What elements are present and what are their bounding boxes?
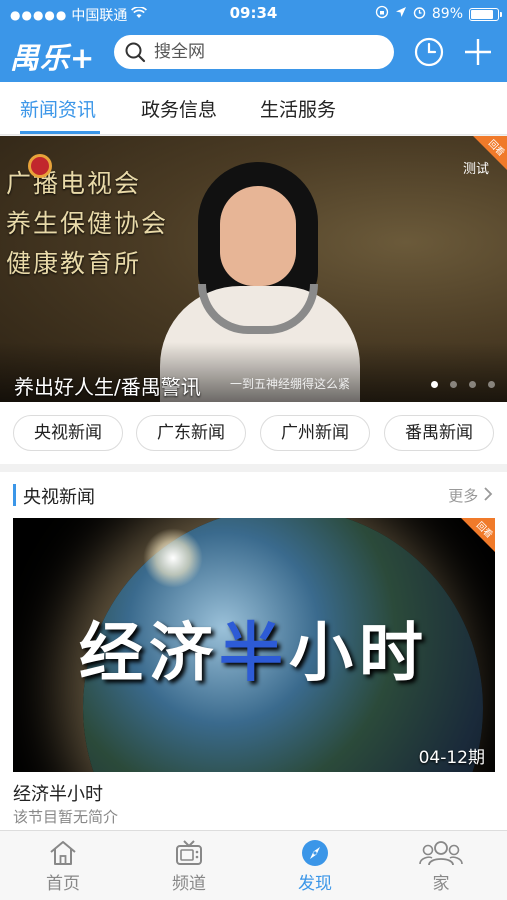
tabbar-label: 发现 [298,874,332,894]
tabbar-channels[interactable]: 频道 [126,831,252,900]
carousel-dot[interactable] [469,381,476,388]
battery-percent: 89% [431,6,463,22]
add-button[interactable] [462,36,494,68]
plus-icon [462,39,494,72]
tabbar-home[interactable]: 首页 [0,831,126,900]
tab-news[interactable]: 新闻资讯 [20,95,96,122]
family-icon [378,839,504,867]
more-link[interactable]: 更多 [448,485,493,506]
rotation-lock-icon [375,5,389,23]
video-title-part: 小时 [289,617,429,691]
banner-background-text: 广播电视会 养生保健协会 健康教育所 [6,164,168,284]
carousel-dot[interactable] [488,381,495,388]
more-label: 更多 [448,487,479,505]
app-logo: 禺乐+ [10,41,96,75]
video-title-part: 经济 [79,617,219,691]
banner-carousel[interactable]: 广播电视会 养生保健协会 健康教育所 测试 回看 一到五神经绷得这么紧 养出好人… [0,136,507,402]
history-button[interactable] [413,36,445,68]
tabbar-label: 家 [432,874,450,894]
chip-guangdong-news[interactable]: 广东新闻 [136,415,246,451]
tab-government[interactable]: 政务信息 [141,95,217,122]
carousel-indicator[interactable] [431,381,495,388]
chip-panyu-news[interactable]: 番禺新闻 [384,415,494,451]
tabbar-family[interactable]: 家 [378,831,504,900]
tab-active-indicator [20,131,100,134]
news-category-chips: 央视新闻 广东新闻 广州新闻 番禺新闻 [0,402,507,464]
clock-icon [413,37,445,72]
chip-cctv-news[interactable]: 央视新闻 [13,415,123,451]
compass-icon [252,839,378,867]
banner-title: 养出好人生/番禺警讯 [14,375,201,399]
search-icon [124,41,146,63]
carousel-dot[interactable] [431,381,438,388]
video-title-art: 经济半小时 [13,602,495,694]
search-bar[interactable] [114,35,394,69]
bottom-tab-bar: 首页 频道 发现 家 [0,830,507,900]
tabbar-discover[interactable]: 发现 [252,831,378,900]
sun-flare [143,528,203,588]
search-input[interactable] [154,42,374,62]
nav-bar: 禺乐+ [0,28,507,78]
video-title-part: 半 [219,617,289,691]
status-bar: ●●●●● 中国联通 09:34 89% [0,0,507,26]
replay-badge-label: 回看 [486,138,506,159]
banner-bg-line: 养生保健协会 [6,209,169,238]
tabbar-label: 首页 [46,874,80,894]
home-icon [0,839,126,867]
section-title: 央视新闻 [23,487,95,508]
alarm-icon [413,6,426,23]
chevron-right-icon [483,487,493,505]
replay-badge-label: 回看 [474,520,494,541]
program-description: 该节目暂无简介 [13,808,119,826]
tv-icon [126,839,252,867]
video-thumbnail[interactable]: 经济半小时 回看 04-12期 [13,518,495,772]
replay-badge: 回看 [473,136,507,170]
chip-guangzhou-news[interactable]: 广州新闻 [260,415,370,451]
status-right: 89% [375,5,502,23]
banner-bg-line: 健康教育所 [6,249,142,278]
tab-life-services[interactable]: 生活服务 [260,95,336,122]
replay-badge: 回看 [461,518,495,552]
location-icon [395,6,407,22]
program-title[interactable]: 经济半小时 [13,780,103,806]
app-header: ●●●●● 中国联通 09:34 89% 禺乐+ [0,0,507,82]
top-tabs: 新闻资讯 政务信息 生活服务 [0,82,507,135]
section-accent-bar [13,484,16,506]
banner-subtitle: 一到五神经绷得这么紧 [230,377,351,391]
tabbar-label: 频道 [172,874,206,894]
carousel-dot[interactable] [450,381,457,388]
cctv-news-section: 央视新闻 更多 经济半小时 回看 04-12期 经济半小时 该节目暂无简介 [0,472,507,830]
episode-label: 04-12期 [418,748,485,768]
battery-icon [469,7,502,21]
station-logo-icon [28,154,52,178]
